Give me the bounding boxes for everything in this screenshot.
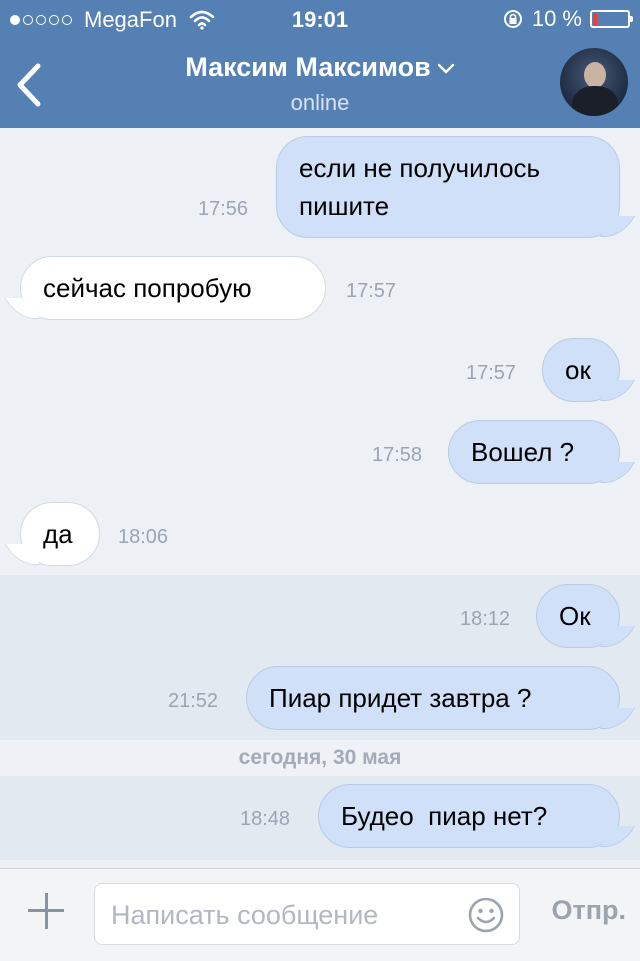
message-bubble-outgoing[interactable]: Ок bbox=[536, 584, 620, 648]
status-bar: MegaFon 19:01 10 % bbox=[0, 0, 640, 40]
message-text: если не получилось bbox=[299, 153, 541, 183]
message-bubble-outgoing[interactable]: Будео пиар нет? bbox=[318, 784, 620, 848]
message-bubble-outgoing[interactable]: Пиар придет завтра ? bbox=[246, 666, 620, 730]
contact-name: Максим Максимов bbox=[185, 52, 431, 82]
message-bubble-incoming[interactable]: да bbox=[20, 502, 100, 566]
message-text: да bbox=[43, 519, 73, 549]
message-text: Ок bbox=[559, 601, 591, 631]
orientation-lock-icon bbox=[503, 10, 522, 28]
composer-bar: Отпр. bbox=[0, 868, 640, 961]
message-text: Пиар придет завтра ? bbox=[269, 683, 532, 713]
message-input[interactable] bbox=[109, 894, 453, 936]
status-right: 10 % bbox=[502, 6, 633, 32]
message-field[interactable] bbox=[94, 883, 520, 945]
message-bubble-outgoing[interactable]: если не получилось пишите bbox=[276, 136, 620, 238]
message-time: 18:12 bbox=[460, 608, 511, 630]
message-text: Будео пиар нет? bbox=[341, 801, 548, 831]
message-time: 17:56 bbox=[198, 198, 249, 220]
navigation-bar: MegaFon 19:01 10 % Максим Максимов onlin… bbox=[0, 0, 640, 128]
message-time: 17:57 bbox=[346, 280, 397, 302]
battery-level bbox=[593, 13, 597, 25]
send-button[interactable]: Отпр. bbox=[551, 895, 626, 926]
date-separator: сегодня, 30 мая bbox=[0, 740, 640, 776]
message-time: 18:06 bbox=[118, 526, 169, 548]
message-time: 17:58 bbox=[372, 444, 423, 466]
emoji-smile-icon[interactable] bbox=[467, 896, 505, 934]
message-list[interactable]: если не получилось пишите 17:56 сейчас п… bbox=[0, 128, 640, 868]
battery-icon bbox=[590, 10, 633, 28]
attach-plus-icon[interactable] bbox=[26, 891, 66, 931]
message-bubble-outgoing[interactable]: ок bbox=[542, 338, 620, 402]
chevron-down-icon bbox=[437, 63, 454, 74]
message-text: пишите bbox=[299, 191, 390, 221]
presence-status: online bbox=[290, 90, 350, 115]
message-time: 18:48 bbox=[240, 808, 291, 830]
message-text: Вошел ? bbox=[471, 437, 575, 467]
message-text: сейчас попробую bbox=[43, 273, 252, 303]
message-text: ок bbox=[565, 355, 591, 385]
conversation-title[interactable]: Максим Максимов bbox=[0, 52, 640, 83]
message-bubble-outgoing[interactable]: Вошел ? bbox=[448, 420, 620, 484]
message-bubble-incoming[interactable]: сейчас попробую bbox=[20, 256, 326, 320]
message-time: 21:52 bbox=[168, 690, 219, 712]
message-time: 17:57 bbox=[466, 362, 517, 384]
avatar[interactable] bbox=[560, 48, 628, 116]
battery-percent: 10 % bbox=[531, 6, 582, 31]
